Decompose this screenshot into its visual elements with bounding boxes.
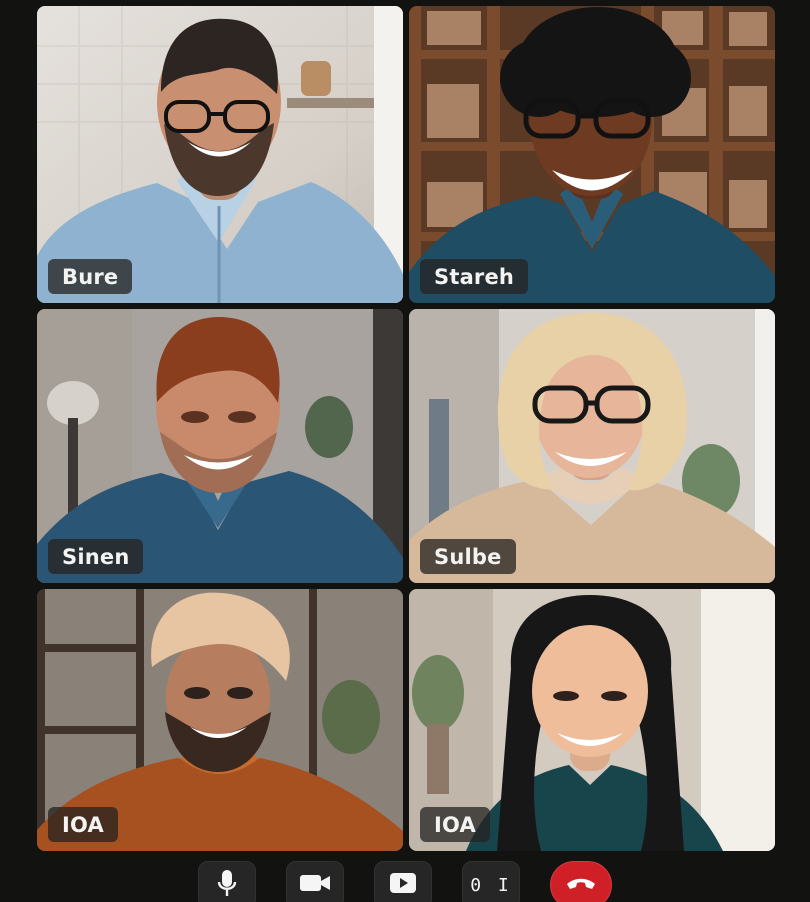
- participant-name-badge: Stareh: [420, 259, 529, 294]
- video-call-app: Bure Stareh Sinen Sulbe IOA IOA 0 I: [0, 0, 810, 902]
- participant-tile-bure[interactable]: Bure: [37, 6, 403, 303]
- participant-name-badge: Sinen: [48, 539, 144, 574]
- participant-tile-sulbe[interactable]: Sulbe: [409, 309, 775, 583]
- video-camera-icon: [298, 872, 332, 899]
- participant-tile-stareh[interactable]: Stareh: [409, 6, 775, 303]
- participant-name-badge: IOA: [420, 807, 490, 842]
- call-controls-bar: 0 I: [0, 861, 810, 902]
- participant-name-badge: IOA: [48, 807, 118, 842]
- participant-grid: Bure Stareh Sinen Sulbe IOA IOA: [37, 6, 775, 852]
- microphone-button[interactable]: [198, 861, 256, 902]
- participant-tile-ioa-2[interactable]: IOA: [409, 589, 775, 851]
- participant-name-badge: Bure: [48, 259, 133, 294]
- microphone-icon: [216, 868, 238, 902]
- stats-label: 0 I: [470, 874, 512, 896]
- phone-hangup-icon: [564, 874, 598, 897]
- end-call-button[interactable]: [550, 861, 612, 902]
- camera-button[interactable]: [286, 861, 344, 902]
- share-screen-button[interactable]: [374, 861, 432, 902]
- stats-button[interactable]: 0 I: [462, 861, 520, 902]
- participant-tile-ioa-1[interactable]: IOA: [37, 589, 403, 851]
- participant-name-badge: Sulbe: [420, 539, 516, 574]
- play-share-icon: [388, 871, 418, 900]
- participant-tile-sinen[interactable]: Sinen: [37, 309, 403, 583]
